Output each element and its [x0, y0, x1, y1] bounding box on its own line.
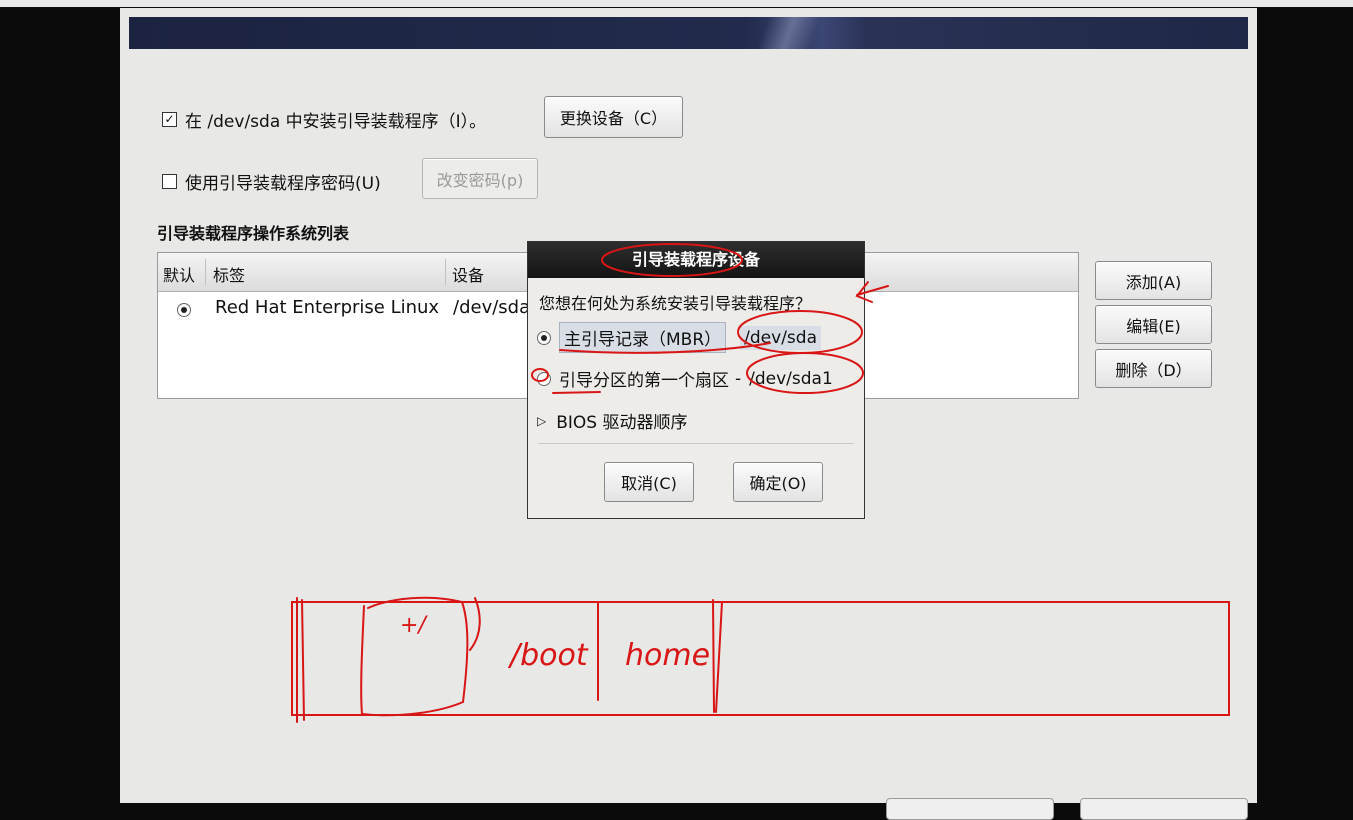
col-label[interactable]: 标签: [213, 262, 245, 286]
install-loader-label: 在 /dev/sda 中安装引导装载程序（I）。: [185, 112, 487, 132]
ok-button[interactable]: 确定(O): [733, 462, 823, 502]
first-sector-radio[interactable]: [537, 371, 551, 386]
first-sector-device: /dev/sda1: [749, 368, 833, 389]
next-button[interactable]: [1080, 798, 1248, 820]
use-password-checkbox[interactable]: [162, 174, 177, 189]
os-list-title: 引导装载程序操作系统列表: [157, 224, 350, 243]
install-loader-row: ✓ 在 /dev/sda 中安装引导装载程序（I）。: [162, 107, 486, 132]
add-button[interactable]: 添加(A): [1095, 261, 1212, 300]
dialog-question: 您想在何处为系统安装引导装载程序？: [539, 294, 812, 313]
col-device[interactable]: 设备: [452, 262, 484, 286]
default-radio[interactable]: [177, 303, 191, 317]
installer-window: ✓ 在 /dev/sda 中安装引导装载程序（I）。 更换设备（C） 使用引导装…: [120, 8, 1257, 820]
edit-button[interactable]: 编辑(E): [1095, 305, 1212, 344]
use-password-label: 使用引导装载程序密码(U): [185, 174, 381, 194]
col-default[interactable]: 默认: [163, 262, 195, 286]
mbr-device: /dev/sda: [740, 325, 821, 350]
cancel-button[interactable]: 取消(C): [604, 462, 694, 502]
delete-button[interactable]: 删除（D）: [1095, 349, 1212, 388]
option-mbr[interactable]: 主引导记录（MBR） /dev/sda: [537, 322, 821, 353]
header-banner: [129, 17, 1248, 49]
row-device: /dev/sda: [453, 297, 531, 318]
first-sector-label: 引导分区的第一个扇区: [559, 371, 729, 391]
row-label: Red Hat Enterprise Linux: [215, 297, 440, 318]
top-strip: [0, 0, 1353, 7]
bios-order-label: BIOS 驱动器顺序: [556, 413, 688, 433]
use-password-row: 使用引导装载程序密码(U): [162, 169, 381, 194]
change-device-button[interactable]: 更换设备（C）: [544, 96, 683, 138]
dialog-title: 引导装载程序设备: [528, 242, 864, 278]
change-password-button[interactable]: 改变密码(p): [422, 158, 538, 199]
bootloader-device-dialog: 引导装载程序设备 您想在何处为系统安装引导装载程序？ 主引导记录（MBR） /d…: [527, 241, 865, 519]
bios-order-expander[interactable]: ▷ BIOS 驱动器顺序: [537, 408, 688, 433]
expand-triangle-icon: ▷: [537, 413, 547, 428]
back-button[interactable]: [886, 798, 1054, 820]
mbr-label: 主引导记录（MBR）: [559, 322, 727, 353]
install-loader-checkbox[interactable]: ✓: [162, 112, 177, 127]
mbr-radio[interactable]: [537, 330, 551, 345]
option-first-sector[interactable]: 引导分区的第一个扇区 - /dev/sda1: [537, 366, 833, 391]
